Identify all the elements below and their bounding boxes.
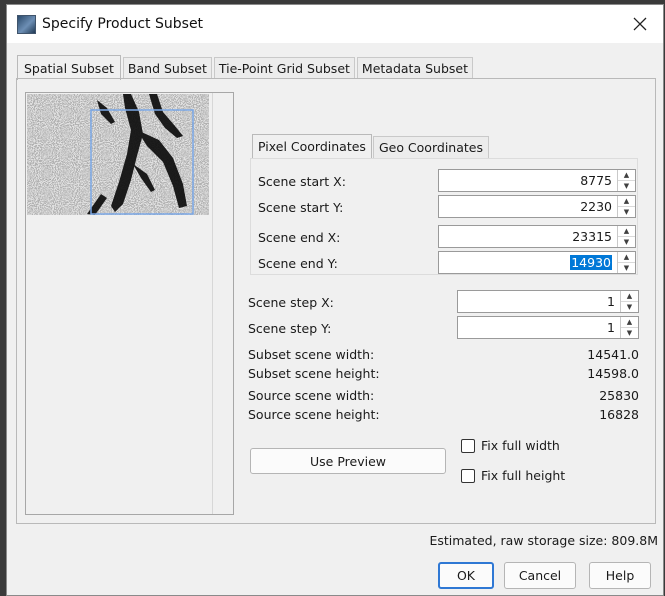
- product-thumbnail[interactable]: [27, 94, 209, 215]
- storage-estimate: Estimated, raw storage size: 809.8M: [429, 533, 658, 548]
- close-icon: [633, 17, 647, 31]
- fix-full-height-label: Fix full height: [481, 468, 566, 483]
- scene-step-y-spinner[interactable]: 1 ▲ ▼: [457, 316, 639, 339]
- source-height-value: 16828: [599, 407, 639, 422]
- tab-pixel-coordinates[interactable]: Pixel Coordinates: [252, 134, 372, 158]
- scene-step-y-label: Scene step Y:: [248, 321, 332, 336]
- tab-spatial-subset[interactable]: Spatial Subset: [17, 55, 121, 80]
- tab-band-subset[interactable]: Band Subset: [122, 57, 212, 79]
- ok-button[interactable]: OK: [438, 562, 494, 589]
- chevron-down-icon[interactable]: ▼: [618, 206, 635, 217]
- chevron-down-icon[interactable]: ▼: [618, 236, 635, 247]
- source-width-label: Source scene width:: [248, 388, 375, 403]
- chevron-up-icon[interactable]: ▲: [618, 170, 635, 180]
- preview-scrollbar[interactable]: [212, 93, 233, 514]
- fix-full-width-label: Fix full width: [481, 438, 560, 453]
- scene-step-y-value[interactable]: 1: [458, 317, 620, 338]
- tab-metadata-subset[interactable]: Metadata Subset: [356, 57, 473, 79]
- chevron-up-icon[interactable]: ▲: [621, 317, 638, 327]
- fix-full-height-checkbox[interactable]: Fix full height: [461, 468, 565, 483]
- chevron-down-icon[interactable]: ▼: [621, 301, 638, 312]
- subset-tabs: Spatial Subset Band Subset Tie-Point Gri…: [17, 55, 475, 80]
- source-width-value: 25830: [599, 388, 639, 403]
- tab-geo-coordinates[interactable]: Geo Coordinates: [372, 136, 489, 158]
- scene-start-x-spinner[interactable]: 8775 ▲ ▼: [438, 169, 636, 192]
- scene-end-x-value[interactable]: 23315: [439, 226, 617, 247]
- scene-end-y-value[interactable]: 14930: [570, 255, 612, 270]
- checkbox-box[interactable]: [461, 468, 475, 483]
- close-button[interactable]: [623, 9, 657, 39]
- window-title: Specify Product Subset: [42, 16, 204, 32]
- scene-step-x-label: Scene step X:: [248, 295, 334, 310]
- cancel-button[interactable]: Cancel: [504, 562, 576, 589]
- chevron-up-icon[interactable]: ▲: [621, 291, 638, 301]
- scene-end-y-field[interactable]: 14930: [439, 252, 617, 273]
- tab-tie-point-grid-subset[interactable]: Tie-Point Grid Subset: [213, 57, 355, 79]
- subset-width-label: Subset scene width:: [248, 347, 375, 362]
- chevron-down-icon[interactable]: ▼: [618, 180, 635, 191]
- spatial-subset-panel: Pixel Coordinates Geo Coordinates Scene …: [16, 78, 656, 524]
- pixel-coordinates-panel: Scene start X: 8775 ▲ ▼ Scene start Y: 22…: [250, 158, 638, 275]
- scene-start-x-label: Scene start X:: [258, 174, 346, 189]
- chevron-up-icon[interactable]: ▲: [618, 226, 635, 236]
- scene-end-y-label: Scene end Y:: [258, 256, 338, 271]
- source-height-label: Source scene height:: [248, 407, 380, 422]
- title-bar: Specify Product Subset: [7, 5, 663, 43]
- scene-end-y-spinner[interactable]: 14930 ▲ ▼: [438, 251, 636, 274]
- specify-product-subset-dialog: Specify Product Subset Spatial Subset Ba…: [6, 4, 664, 596]
- scene-step-x-value[interactable]: 1: [458, 291, 620, 312]
- thumbnail-image: [27, 94, 209, 215]
- chevron-up-icon[interactable]: ▲: [618, 196, 635, 206]
- chevron-down-icon[interactable]: ▼: [618, 262, 635, 273]
- scene-end-x-label: Scene end X:: [258, 230, 341, 245]
- scene-step-x-spinner[interactable]: 1 ▲ ▼: [457, 290, 639, 313]
- coordinate-tabs: Pixel Coordinates Geo Coordinates: [252, 134, 490, 158]
- subset-height-value: 14598.0: [587, 366, 639, 381]
- subset-height-label: Subset scene height:: [248, 366, 380, 381]
- scene-end-x-spinner[interactable]: 23315 ▲ ▼: [438, 225, 636, 248]
- scene-start-x-value[interactable]: 8775: [439, 170, 617, 191]
- app-icon: [17, 15, 36, 34]
- scene-start-y-spinner[interactable]: 2230 ▲ ▼: [438, 195, 636, 218]
- subset-width-value: 14541.0: [587, 347, 639, 362]
- checkbox-box[interactable]: [461, 438, 475, 453]
- scene-start-y-value[interactable]: 2230: [439, 196, 617, 217]
- chevron-up-icon[interactable]: ▲: [618, 252, 635, 262]
- help-button[interactable]: Help: [589, 562, 651, 589]
- preview-pane: [25, 92, 234, 515]
- scene-start-y-label: Scene start Y:: [258, 200, 344, 215]
- use-preview-button[interactable]: Use Preview: [250, 448, 446, 474]
- chevron-down-icon[interactable]: ▼: [621, 327, 638, 338]
- fix-full-width-checkbox[interactable]: Fix full width: [461, 438, 560, 453]
